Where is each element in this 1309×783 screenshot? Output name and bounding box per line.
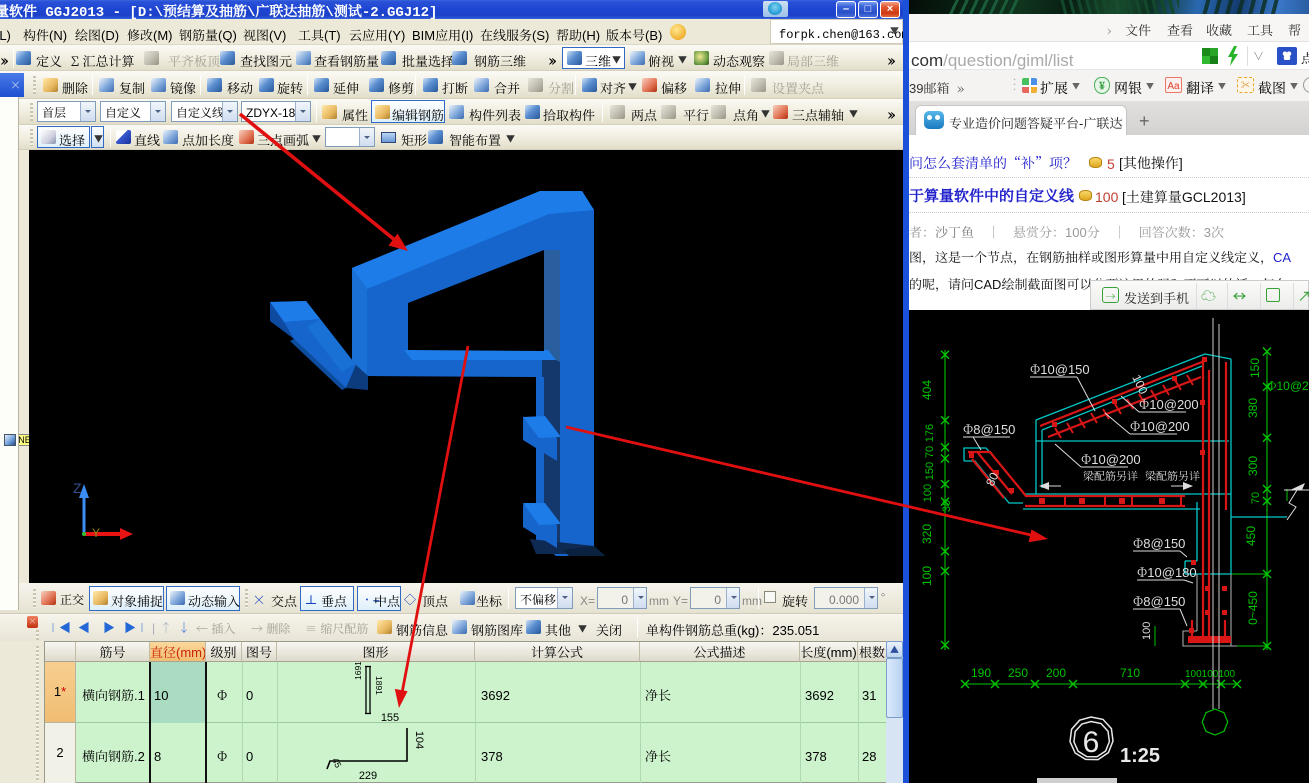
svg-text:0~450: 0~450	[1244, 591, 1261, 625]
svg-text:70: 70	[921, 446, 937, 458]
svg-text:150: 150	[1246, 358, 1263, 378]
svg-text:229: 229	[359, 767, 377, 783]
svg-text:Φ10@200: Φ10@200	[1139, 394, 1199, 413]
svg-text:250: 250	[1008, 664, 1028, 681]
svg-text:150: 150	[921, 462, 937, 480]
svg-text:100: 100	[918, 566, 935, 586]
svg-text:45: 45	[329, 755, 345, 770]
svg-text:380: 380	[1244, 398, 1261, 418]
svg-text:6: 6	[1083, 726, 1100, 759]
svg-text:Φ10@200: Φ10@200	[1130, 416, 1190, 435]
svg-text:70: 70	[1247, 492, 1263, 504]
svg-text:100: 100	[1138, 622, 1154, 640]
svg-text:30: 30	[938, 500, 954, 512]
svg-text:Φ8@150: Φ8@150	[1133, 591, 1185, 610]
svg-text:Φ8@150: Φ8@150	[963, 419, 1015, 438]
svg-text:104: 104	[412, 731, 428, 749]
svg-text:404: 404	[918, 380, 935, 400]
svg-text:450: 450	[1242, 526, 1259, 546]
svg-text:梁配筋另详: 梁配筋另详	[1083, 468, 1138, 484]
svg-text:Z: Z	[73, 480, 82, 496]
svg-text:155: 155	[381, 709, 399, 725]
svg-text:Φ8@150: Φ8@150	[1133, 533, 1185, 552]
svg-text:200: 200	[1046, 664, 1066, 681]
svg-text:1691: 1691	[352, 662, 364, 680]
svg-text:梁配筋另详: 梁配筋另详	[1145, 468, 1200, 484]
svg-text:1891: 1891	[373, 676, 385, 695]
svg-text:Φ10@180: Φ10@180	[1137, 562, 1197, 581]
svg-text:Φ10@20: Φ10@20	[1267, 377, 1309, 394]
svg-text:300: 300	[1244, 456, 1261, 476]
svg-text:710: 710	[1120, 664, 1140, 681]
svg-text:190: 190	[971, 664, 991, 681]
svg-text:Φ10@200: Φ10@200	[1081, 449, 1141, 468]
svg-text:Φ10@150: Φ10@150	[1030, 359, 1090, 378]
svg-text:Y: Y	[92, 526, 100, 540]
svg-text:100100100: 100100100	[1185, 665, 1235, 680]
svg-text:1:25: 1:25	[1120, 745, 1160, 767]
svg-text:100: 100	[919, 484, 935, 502]
svg-text:320: 320	[918, 524, 935, 544]
svg-text:176: 176	[921, 424, 937, 442]
